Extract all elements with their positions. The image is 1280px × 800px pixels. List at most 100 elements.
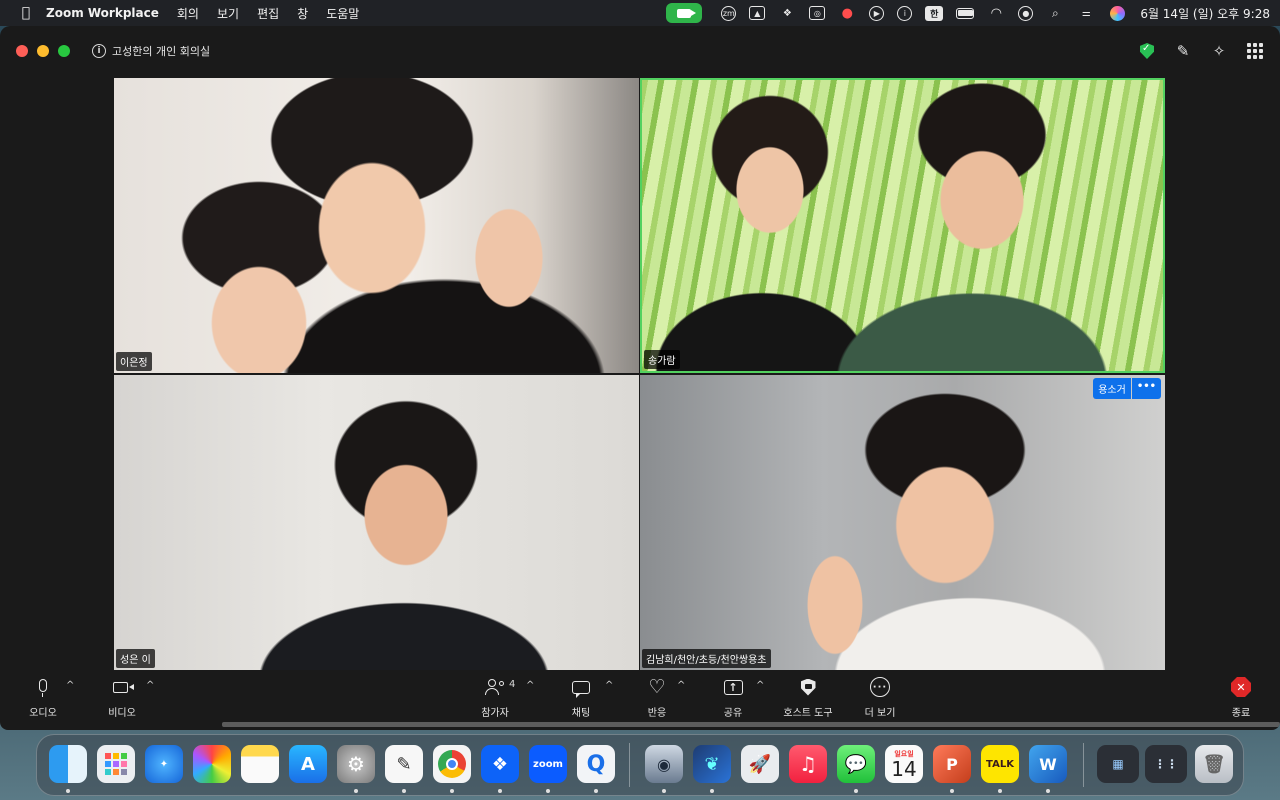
app-name-menu[interactable]: Zoom Workplace [46, 6, 159, 20]
end-label: 종료 [1231, 708, 1251, 719]
rocket-icon[interactable]: 🚀 [741, 745, 779, 783]
running-indicator [662, 789, 666, 793]
participant-name-label: 성은 이 [116, 649, 155, 668]
accessibility-icon[interactable]: i [897, 5, 913, 21]
annotate-pencil-icon[interactable]: ✎ [1172, 40, 1194, 62]
freeform-icon[interactable]: ✎ [385, 745, 423, 783]
running-indicator [594, 789, 598, 793]
audio-options-caret[interactable]: ^ [66, 680, 74, 691]
host-tools-label: 호스트 도구 [783, 708, 833, 719]
ai-sparkle-icon[interactable]: ✧ [1208, 40, 1230, 62]
input-han-icon[interactable]: 한 [925, 5, 944, 21]
meeting-title: 고성한의 개인 회의실 [112, 45, 211, 58]
screens-stack-icon[interactable]: ⋮⋮ [1145, 745, 1187, 783]
more-button[interactable]: ··· 더 보기 [860, 674, 900, 720]
menu-meeting[interactable]: 회의 [177, 5, 199, 22]
tile-more-options-button[interactable]: ••• [1131, 378, 1161, 399]
zoom-window-button[interactable] [58, 45, 70, 57]
active-speaker-video-tile[interactable]: 송가람 [640, 78, 1165, 373]
menu-edit[interactable]: 편집 [257, 5, 279, 22]
zoom-active-icon[interactable] [666, 3, 703, 23]
participant-video-tile[interactable]: 용소거 ••• 김남희/천안/초등/천안쌍용초 [640, 375, 1165, 670]
calendar-icon[interactable]: 일요일 14 [885, 745, 923, 783]
chat-bubble-icon [568, 674, 594, 700]
participant-video-tile[interactable]: 이은정 [114, 78, 639, 373]
drive-icon[interactable]: ▲ [749, 6, 766, 20]
running-indicator [998, 789, 1002, 793]
menu-view[interactable]: 보기 [217, 5, 239, 22]
meeting-info-icon[interactable]: i [92, 44, 106, 58]
zoom-meeting-window: i 고성한의 개인 회의실 ✎ ✧ 이은정 송가람 성은 이 용소거 ••• 김… [0, 26, 1280, 730]
battery-icon[interactable] [956, 5, 975, 21]
copilot-icon[interactable]: ❦ [693, 745, 731, 783]
video-options-caret[interactable]: ^ [146, 680, 154, 691]
participant-name-label: 이은정 [116, 352, 152, 371]
record-icon[interactable]: ● [838, 5, 856, 21]
wifi-icon[interactable]: ◠ [987, 5, 1005, 21]
word-icon[interactable]: W [1029, 745, 1067, 783]
minimize-window-button[interactable] [37, 45, 49, 57]
zoom-icon[interactable]: zoom [529, 745, 567, 783]
title-bar: i 고성한의 개인 회의실 ✎ ✧ [0, 26, 1280, 76]
finder-icon[interactable] [49, 745, 87, 783]
share-options-caret[interactable]: ^ [756, 680, 764, 691]
running-indicator [66, 789, 70, 793]
notes-icon[interactable] [241, 745, 279, 783]
siri-icon[interactable] [1108, 5, 1126, 21]
bartender-icon[interactable]: ◉ [645, 745, 683, 783]
participants-options-caret[interactable]: ^ [526, 680, 534, 691]
user-icon[interactable]: ● [1018, 5, 1034, 21]
reactions-options-caret[interactable]: ^ [677, 680, 685, 691]
app-icon[interactable]: ◎ [809, 6, 826, 20]
chrome-icon[interactable] [433, 745, 471, 783]
safari-icon[interactable]: ✦ [145, 745, 183, 783]
dropbox-icon[interactable]: ❖ [778, 5, 796, 21]
more-dots-icon: ··· [867, 674, 893, 700]
video-camera-icon [109, 674, 135, 700]
launchpad-icon[interactable] [97, 745, 135, 783]
participant-name-label: 김남희/천안/초등/천안쌍용초 [642, 649, 771, 668]
running-indicator [854, 789, 858, 793]
trash-icon[interactable]: 🗑 [1195, 745, 1233, 783]
menu-bar:  Zoom Workplace 회의 보기 편집 창 도움말 zm ▲ ❖ ◎… [0, 0, 1280, 26]
status-area: zm ▲ ❖ ◎ ● ▶ i 한 ◠ ● ⌕ ⚌ 6월 14일 (일) 오후 9… [666, 0, 1270, 26]
host-tools-button[interactable]: 호스트 도구 [778, 674, 838, 720]
play-icon[interactable]: ▶ [869, 5, 885, 21]
end-meeting-button[interactable]: ✕ 종료 [1226, 674, 1256, 720]
chat-button[interactable]: 채팅 [566, 674, 596, 720]
view-grid-icon[interactable] [1244, 40, 1266, 62]
audio-button[interactable]: 오디오 [28, 674, 58, 720]
app-store-icon[interactable]: A [289, 745, 327, 783]
dropbox-icon[interactable]: ❖ [481, 745, 519, 783]
horizontal-scrollbar[interactable] [222, 722, 1280, 727]
reactions-button[interactable]: ♡ 반응 [642, 674, 672, 720]
menu-window[interactable]: 창 [297, 5, 308, 22]
menu-clock[interactable]: 6월 14일 (일) 오후 9:28 [1140, 5, 1270, 22]
system-settings-icon[interactable]: ⚙ [337, 745, 375, 783]
music-icon[interactable]: ♫ [789, 745, 827, 783]
downloads-stack-icon[interactable]: ▦ [1097, 745, 1139, 783]
quicktime-icon[interactable]: Q [577, 745, 615, 783]
audio-label: 오디오 [29, 708, 57, 719]
zm-icon[interactable]: zm [721, 5, 737, 21]
powerpoint-icon[interactable]: P [933, 745, 971, 783]
speaker-badge-name[interactable]: 용소거 [1093, 378, 1131, 399]
share-button[interactable]: ↑ 공유 [718, 674, 748, 720]
dock: ✦ A ⚙ ✎ ❖ zoom Q ◉ ❦ 🚀 ♫ 💬 일요일 14 P TALK… [36, 734, 1244, 796]
close-window-button[interactable] [16, 45, 28, 57]
participants-label: 참가자 [481, 708, 509, 719]
encryption-shield-icon[interactable] [1136, 40, 1158, 62]
participant-video-tile[interactable]: 성은 이 [114, 375, 639, 670]
control-center-icon[interactable]: ⚌ [1077, 5, 1095, 21]
messages-icon[interactable]: 💬 [837, 745, 875, 783]
participants-icon [482, 674, 508, 700]
apple-menu-icon[interactable]:  [16, 5, 36, 21]
running-indicator [710, 789, 714, 793]
menu-help[interactable]: 도움말 [326, 5, 359, 22]
kakaotalk-icon[interactable]: TALK [981, 745, 1019, 783]
chat-options-caret[interactable]: ^ [605, 680, 613, 691]
search-icon[interactable]: ⌕ [1046, 5, 1064, 21]
participants-button[interactable]: 참가자 [478, 674, 512, 720]
photos-icon[interactable] [193, 745, 231, 783]
video-button[interactable]: 비디오 [106, 674, 138, 720]
